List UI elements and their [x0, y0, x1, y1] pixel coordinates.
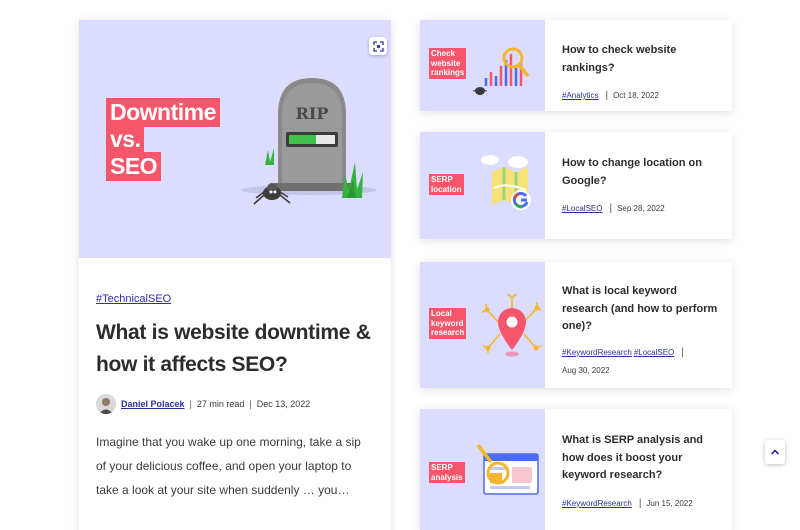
- featured-article-excerpt: Imagine that you wake up one morning, ta…: [96, 435, 361, 497]
- location-pin-illustration: [481, 293, 542, 357]
- article-title[interactable]: What is local keyword research (and how …: [562, 283, 718, 336]
- featured-article-tag[interactable]: #TechnicalSEO: [96, 293, 374, 305]
- author-link[interactable]: Daniel Polacek: [121, 399, 185, 409]
- featured-article-card[interactable]: Downtime vs. SEO RIP #TechnicalSEO What …: [79, 20, 391, 530]
- tombstone-illustration: RIP: [241, 78, 377, 205]
- meta-separator: |: [681, 346, 684, 358]
- read-time: 27 min read: [196, 399, 245, 409]
- article-title[interactable]: How to check website rankings?: [562, 42, 718, 77]
- article-card[interactable]: SERP location How to change location on …: [420, 132, 732, 239]
- article-meta: #KeywordResearch | Jun 15, 2022: [562, 496, 718, 511]
- article-thumbnail[interactable]: SERP location: [420, 132, 545, 239]
- article-card[interactable]: Local keyword research What is local key…: [420, 262, 732, 388]
- meta-separator: |: [189, 399, 192, 409]
- article-title[interactable]: What is SERP analysis and how does it bo…: [562, 432, 718, 485]
- meta-separator: |: [605, 90, 609, 101]
- featured-article-meta: Daniel Polacek | 27 min read | Dec 13, 2…: [96, 394, 374, 414]
- article-thumbnail[interactable]: Check website rankings: [420, 20, 545, 111]
- article-card[interactable]: SERP analysis What is SERP analysis and …: [420, 409, 732, 530]
- article-tag[interactable]: #Analytics: [562, 88, 598, 103]
- article-thumbnail[interactable]: SERP analysis: [420, 409, 545, 530]
- expand-icon[interactable]: [369, 37, 387, 55]
- author-avatar: [96, 394, 116, 414]
- scroll-to-top-button[interactable]: [765, 440, 785, 464]
- featured-article-title[interactable]: What is website downtime & how it affect…: [96, 317, 374, 381]
- serp-analysis-illustration: [476, 443, 539, 495]
- article-title[interactable]: How to change location on Google?: [562, 155, 718, 190]
- tombstone-text: RIP: [296, 104, 329, 123]
- chevron-up-icon: [770, 449, 780, 455]
- meta-separator: |: [609, 203, 613, 214]
- meta-separator: |: [249, 399, 252, 409]
- google-map-illustration: [481, 155, 531, 210]
- article-meta: #LocalSEO | Sep 28, 2022: [562, 201, 718, 216]
- article-tag[interactable]: #KeywordResearch: [562, 496, 632, 511]
- article-meta: #KeywordResearch #LocalSEO | Aug 30, 202…: [562, 345, 718, 378]
- meta-separator: |: [638, 497, 642, 509]
- featured-article-image[interactable]: Downtime vs. SEO RIP: [79, 20, 391, 258]
- article-date: Aug 30, 2022: [562, 365, 610, 375]
- article-thumbnail[interactable]: Local keyword research: [420, 262, 545, 388]
- article-date: Oct 18, 2022: [613, 91, 659, 100]
- publish-date: Dec 13, 2022: [256, 399, 311, 409]
- rankings-chart-illustration: [472, 47, 530, 95]
- article-tag[interactable]: #LocalSEO: [634, 345, 674, 360]
- article-card[interactable]: Check website rankings How to check webs…: [420, 20, 732, 111]
- article-tag[interactable]: #LocalSEO: [562, 201, 602, 216]
- article-tag[interactable]: #KeywordResearch: [562, 345, 632, 360]
- article-meta: #Analytics | Oct 18, 2022: [562, 88, 718, 103]
- article-date: Sep 28, 2022: [617, 204, 665, 213]
- article-date: Jun 15, 2022: [646, 498, 693, 508]
